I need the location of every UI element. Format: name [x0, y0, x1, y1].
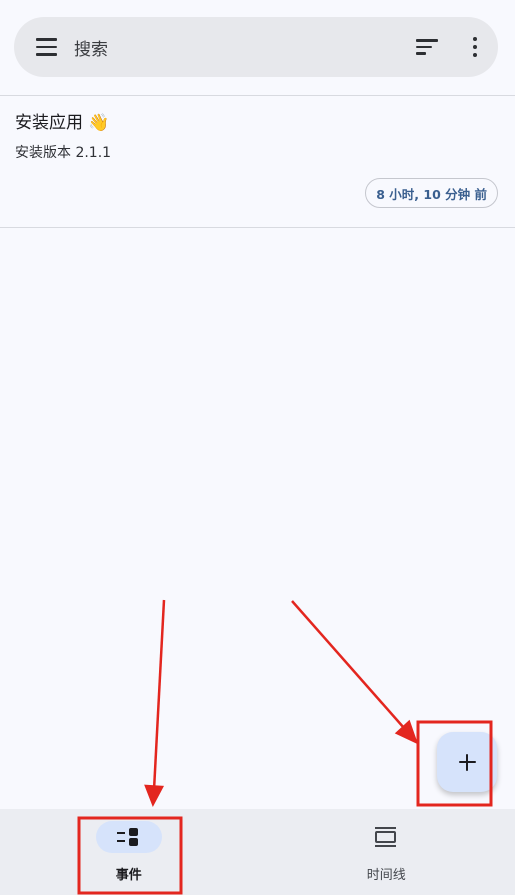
sort-icon[interactable]: [416, 35, 442, 59]
event-title: 安装应用 👋: [15, 113, 110, 133]
annotation-arrow-events: [152, 599, 166, 791]
time-ago-chip: 8 小时, 10 分钟 前: [365, 178, 498, 208]
annotation-arrow-fab: [291, 600, 405, 729]
nav-item-events[interactable]: 事件: [0, 809, 258, 895]
events-icon: [116, 827, 141, 847]
add-event-button[interactable]: [437, 732, 497, 792]
nav-item-timeline[interactable]: 时间线: [258, 809, 515, 895]
timeline-icon: [375, 826, 397, 848]
annotation-arrowhead: [144, 784, 165, 808]
event-subtitle: 安装版本 2.1.1: [15, 145, 112, 161]
search-input[interactable]: 搜索: [74, 35, 416, 60]
nav-label-timeline: 时间线: [366, 868, 406, 883]
nav-label-events: 事件: [115, 868, 142, 883]
annotation-arrowhead: [394, 719, 419, 745]
nav-indicator: [95, 821, 162, 853]
search-bar[interactable]: 搜索: [14, 17, 498, 77]
plus-icon: [458, 753, 476, 771]
nav-indicator: [353, 821, 419, 853]
bottom-navigation: 事件 时间线: [0, 809, 515, 895]
menu-icon[interactable]: [36, 35, 60, 59]
event-list-item[interactable]: 安装应用 👋 安装版本 2.1.1 8 小时, 10 分钟 前: [0, 96, 515, 227]
divider: [0, 227, 515, 228]
app-screen: 搜索 安装应用 👋 安装版本 2.1.1 8 小时, 10 分钟 前 事件 时间…: [0, 0, 515, 895]
more-options-icon[interactable]: [470, 35, 480, 59]
